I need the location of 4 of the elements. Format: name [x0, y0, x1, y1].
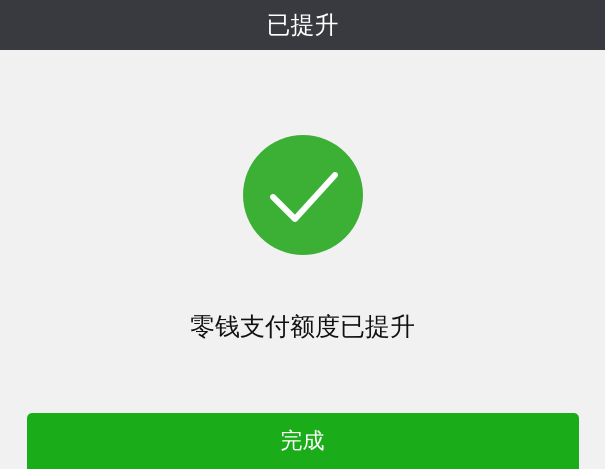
done-button[interactable]: 完成 — [26, 413, 578, 469]
success-message: 零钱支付额度已提升 — [190, 312, 415, 342]
page-title: 已提升 — [266, 10, 338, 41]
success-check-icon — [242, 135, 362, 255]
